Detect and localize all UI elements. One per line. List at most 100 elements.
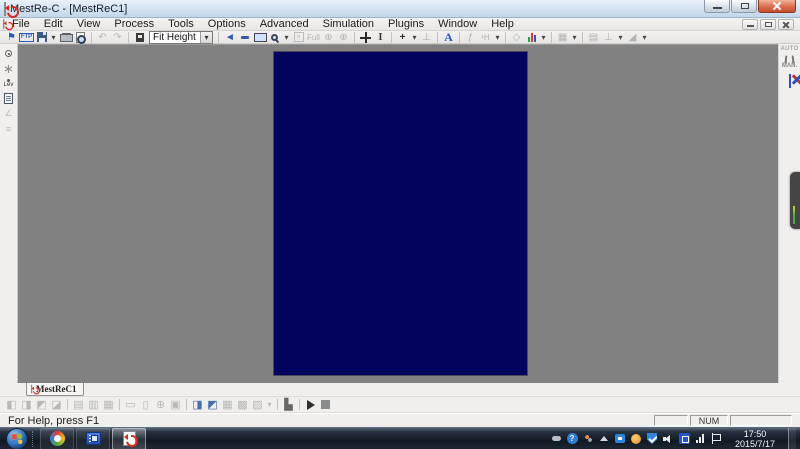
show-desktop-button[interactable] — [788, 427, 796, 449]
edge-slider-widget[interactable] — [790, 172, 800, 229]
tray-security-shield-icon[interactable] — [646, 433, 658, 445]
same-height-icon[interactable]: ▯ — [138, 398, 153, 412]
baseline-tool-icon[interactable]: ⊥ — [601, 31, 616, 44]
tray-user-icon[interactable] — [630, 433, 642, 445]
align-bottom-icon[interactable]: ◪ — [49, 398, 64, 412]
baseline-tool-dropdown-icon[interactable]: ▾ — [616, 31, 625, 44]
tray-ime-icon[interactable] — [678, 433, 690, 445]
action-center-icon[interactable] — [710, 433, 722, 445]
tray-help-icon[interactable]: ? — [566, 433, 578, 445]
pan-icon[interactable] — [358, 31, 373, 44]
stop-button[interactable] — [318, 398, 333, 412]
undo-icon[interactable]: ↶ — [95, 31, 110, 44]
grid-show-icon[interactable]: ▩ — [235, 398, 250, 412]
network-icon[interactable] — [694, 433, 706, 445]
menu-item-view[interactable]: View — [70, 18, 108, 31]
same-size-icon[interactable]: ⊕ — [153, 398, 168, 412]
full-view-icon[interactable]: Full — [306, 31, 321, 44]
start-button[interactable] — [6, 427, 28, 449]
minimize-button[interactable] — [704, 0, 730, 13]
menu-item-options[interactable]: Options — [201, 18, 253, 31]
print-preview-icon[interactable] — [73, 31, 88, 44]
center-both-icon[interactable]: ▦ — [101, 398, 116, 412]
grid-snap-icon[interactable]: ▦ — [220, 398, 235, 412]
mdi-close-button[interactable] — [778, 19, 794, 30]
grid-tool-icon[interactable]: ▦ — [555, 31, 570, 44]
manual-phase-icon[interactable]: MAN. — [782, 55, 797, 69]
crosshair-2-icon[interactable]: ⊕ — [336, 31, 351, 44]
zoom-in-icon[interactable] — [267, 31, 282, 44]
level-tool-icon[interactable]: Lev — [1, 77, 16, 90]
stack-icon[interactable]: ▙ — [281, 398, 296, 412]
send-to-back-icon[interactable]: ◩ — [205, 398, 220, 412]
volume-icon[interactable] — [662, 433, 674, 445]
zoom-dropdown-icon[interactable]: ▾ — [282, 31, 291, 44]
crosshair-point-icon[interactable] — [1, 47, 16, 60]
nucleus-icon[interactable]: ¹H — [478, 31, 493, 44]
menu-item-advanced[interactable]: Advanced — [253, 18, 316, 31]
save-dropdown-icon[interactable]: ▾ — [49, 31, 58, 44]
collapse-icon[interactable] — [237, 31, 252, 44]
save-icon[interactable] — [34, 31, 49, 44]
zoom-mode-icon[interactable] — [132, 31, 147, 44]
menu-item-tools[interactable]: Tools — [161, 18, 201, 31]
same-width-icon[interactable]: ▭ — [123, 398, 138, 412]
crosshair-icon[interactable]: ⊕ — [321, 31, 336, 44]
tray-bluebox-icon[interactable] — [614, 433, 626, 445]
add-dropdown-icon[interactable]: ▾ — [410, 31, 419, 44]
menu-item-simulation[interactable]: Simulation — [316, 18, 381, 31]
open-icon[interactable]: ⚑ — [4, 31, 19, 44]
layer-icon[interactable]: ▨ — [250, 398, 265, 412]
peaks-diamond-icon[interactable]: ◇ — [509, 31, 524, 44]
list-tool-icon[interactable]: ≡ — [1, 122, 16, 135]
document-tab[interactable]: MestReC1 — [26, 383, 85, 396]
print-icon[interactable] — [58, 31, 73, 44]
align-top-icon[interactable]: ◩ — [34, 398, 49, 412]
taskbar-clock[interactable]: 17:50 2015/7/17 — [726, 429, 784, 449]
document-icon[interactable] — [3, 19, 5, 29]
flower-tool-icon[interactable]: ∗ — [1, 61, 16, 76]
corner-tool-icon[interactable]: ◢ — [625, 31, 640, 44]
taskbar-app-browser[interactable] — [40, 427, 74, 449]
tray-status-dots-icon[interactable] — [582, 433, 594, 445]
menu-item-plugins[interactable]: Plugins — [381, 18, 431, 31]
nucleus-dropdown-icon[interactable]: ▾ — [493, 31, 502, 44]
center-horizontal-icon[interactable]: ▤ — [71, 398, 86, 412]
data-table-icon[interactable] — [788, 74, 791, 88]
baseline-icon[interactable]: ⊥ — [419, 31, 434, 44]
center-vertical-icon[interactable]: ▥ — [86, 398, 101, 412]
clipboard-icon[interactable] — [1, 92, 16, 105]
zoom-mode-select[interactable]: Fit Height ▾ — [149, 30, 213, 44]
align-tool-icon[interactable]: ▤ — [586, 31, 601, 44]
bring-to-front-icon[interactable]: ◨ — [190, 398, 205, 412]
function-icon[interactable]: ƒ — [463, 31, 478, 44]
restore-button[interactable] — [731, 0, 757, 13]
mdi-restore-button[interactable] — [760, 19, 776, 30]
show-hidden-icons-button[interactable] — [598, 433, 610, 445]
menu-item-process[interactable]: Process — [107, 18, 161, 31]
zoom-region-icon[interactable]: × — [291, 31, 306, 44]
grid-tool-dropdown-icon[interactable]: ▾ — [570, 31, 579, 44]
ftp-icon[interactable]: FTP — [18, 31, 35, 44]
play-button[interactable] — [303, 398, 318, 412]
menu-item-edit[interactable]: Edit — [37, 18, 70, 31]
auto-phase-label[interactable]: AUTO — [780, 46, 798, 52]
axis-tool-icon[interactable]: ∠ — [1, 107, 16, 120]
back-arrow-icon[interactable]: ► — [222, 31, 237, 44]
fit-object-icon[interactable]: ▣ — [168, 398, 183, 412]
layer-dropdown-icon[interactable]: ▾ — [265, 398, 274, 412]
zoom-mode-dropdown-icon[interactable]: ▾ — [200, 31, 212, 43]
annotation-icon[interactable]: A — [441, 30, 456, 44]
mdi-minimize-button[interactable] — [742, 19, 758, 30]
add-icon[interactable]: + — [395, 31, 410, 44]
tray-pill-icon[interactable] — [550, 433, 562, 445]
fits-icon[interactable] — [524, 31, 539, 44]
align-left-icon[interactable]: ◧ — [4, 398, 19, 412]
full-spectrum-icon[interactable] — [252, 31, 267, 44]
align-right-icon[interactable]: ◨ — [19, 398, 34, 412]
close-button[interactable] — [758, 0, 796, 13]
taskbar-app-player[interactable] — [76, 427, 110, 449]
menu-item-window[interactable]: Window — [431, 18, 484, 31]
fits-dropdown-icon[interactable]: ▾ — [539, 31, 548, 44]
document-page[interactable] — [273, 51, 528, 376]
